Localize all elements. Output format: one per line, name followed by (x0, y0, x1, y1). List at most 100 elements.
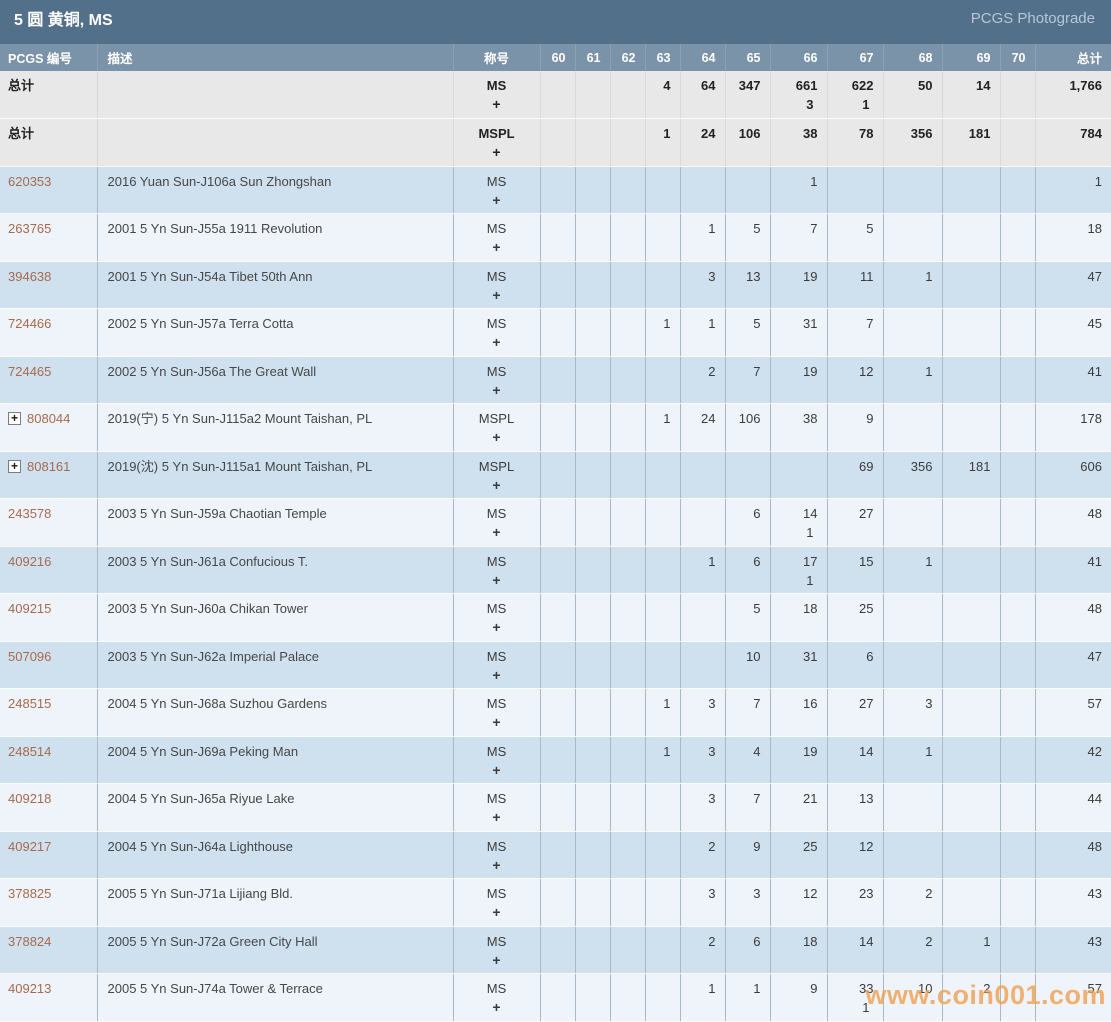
photograde-link[interactable]: PCGS Photograde (971, 10, 1095, 27)
grade-61-cell (575, 451, 610, 499)
grade-count: 31 (771, 649, 818, 664)
grade-count: 2 (681, 839, 716, 854)
expand-icon[interactable]: + (8, 412, 21, 425)
designation-label: MS (454, 791, 540, 806)
expand-icon[interactable]: + (8, 460, 21, 473)
designation-cell: MS+ (453, 974, 540, 1022)
grade-count: 2 (681, 934, 716, 949)
pcgs-number-link[interactable]: 724466 (8, 316, 51, 331)
totals-row: 总计MS+4643476613622150141,766 (0, 71, 1111, 119)
grade-60-cell (540, 214, 575, 262)
grade-count: 13 (828, 791, 874, 806)
grade-70-cell (1000, 214, 1035, 262)
pcgs-number-link[interactable]: 808044 (27, 411, 70, 426)
pcgs-number-link[interactable]: 507096 (8, 649, 51, 664)
grade-count: 9 (726, 839, 761, 854)
grade-67-cell: 9 (827, 404, 883, 452)
pcgs-cell: 394638 (0, 261, 97, 309)
grade-67-cell: 25 (827, 594, 883, 642)
population-table: PCGS 编号 描述 称号 60 61 62 63 64 65 66 67 68… (0, 44, 1111, 1022)
pcgs-number-link[interactable]: 808161 (27, 459, 70, 474)
grade-count: 78 (828, 126, 874, 141)
table-row: +8081612019(沈) 5 Yn Sun-J115a1 Mount Tai… (0, 451, 1111, 499)
grade-64-cell: 1 (680, 214, 725, 262)
grade-count: 18 (771, 934, 818, 949)
grade-count: 7 (726, 696, 761, 711)
grade-62-cell (610, 879, 645, 927)
pcgs-number-link[interactable]: 263765 (8, 221, 51, 236)
pcgs-number-link[interactable]: 409215 (8, 601, 51, 616)
pcgs-number-link[interactable]: 620353 (8, 174, 51, 189)
grade-62-cell (610, 71, 645, 119)
designation-label: MS (454, 649, 540, 664)
grade-63-cell (645, 214, 680, 262)
designation-label: MS (454, 221, 540, 236)
grade-count: 4 (726, 744, 761, 759)
row-total-cell: 18 (1035, 214, 1111, 262)
table-row: +8080442019(宁) 5 Yn Sun-J115a2 Mount Tai… (0, 404, 1111, 452)
grade-count: 12 (828, 364, 874, 379)
grade-64-cell (680, 499, 725, 547)
table-row: 4092182004 5 Yn Sun-J65a Riyue LakeMS+37… (0, 784, 1111, 832)
pcgs-number-link[interactable]: 724465 (8, 364, 51, 379)
pcgs-cell: 409215 (0, 594, 97, 642)
grade-67-cell: 5 (827, 214, 883, 262)
grade-count: 3 (681, 744, 716, 759)
grade-count: 1 (681, 981, 716, 996)
row-total-cell: 48 (1035, 831, 1111, 879)
grade-60-cell (540, 546, 575, 594)
pcgs-number-link[interactable]: 409216 (8, 554, 51, 569)
grade-63-cell: 4 (645, 71, 680, 119)
grade-66-cell: 19 (770, 736, 827, 784)
grade-count: 24 (681, 411, 716, 426)
pcgs-cell: 409217 (0, 831, 97, 879)
pcgs-cell: 243578 (0, 499, 97, 547)
grade-66-cell: 141 (770, 499, 827, 547)
pcgs-number-link[interactable]: 378825 (8, 886, 51, 901)
designation-label: MSPL (454, 411, 540, 426)
grade-63-cell: 1 (645, 404, 680, 452)
grade-68-cell: 50 (883, 71, 942, 119)
grade-count: 25 (828, 601, 874, 616)
pcgs-number-link[interactable]: 378824 (8, 934, 51, 949)
grade-68-cell: 10 (883, 974, 942, 1022)
grade-63-cell (645, 166, 680, 214)
pcgs-number-link[interactable]: 394638 (8, 269, 51, 284)
grade-count: 1 (681, 554, 716, 569)
row-total-cell: 48 (1035, 499, 1111, 547)
grade-69-cell (942, 309, 1000, 357)
grade-67-cell: 7 (827, 309, 883, 357)
grade-count: 1 (884, 744, 933, 759)
grade-64-cell: 2 (680, 926, 725, 974)
pcgs-cell: 378824 (0, 926, 97, 974)
grade-count: 7 (726, 791, 761, 806)
grade-70-cell (1000, 119, 1035, 167)
grade-66-cell: 19 (770, 356, 827, 404)
pcgs-number-link[interactable]: 409218 (8, 791, 51, 806)
grade-65-cell (725, 166, 770, 214)
grade-65-cell: 5 (725, 594, 770, 642)
grade-count: 1 (884, 364, 933, 379)
pcgs-cell: 409218 (0, 784, 97, 832)
grade-70-cell (1000, 784, 1035, 832)
pcgs-number-link[interactable]: 409213 (8, 981, 51, 996)
pcgs-number-link[interactable]: 409217 (8, 839, 51, 854)
grade-61-cell (575, 546, 610, 594)
col-header-62: 62 (610, 44, 645, 71)
grade-66-cell: 7 (770, 214, 827, 262)
grade-65-cell (725, 451, 770, 499)
grade-61-cell (575, 261, 610, 309)
grade-63-cell (645, 356, 680, 404)
pcgs-number-link[interactable]: 243578 (8, 506, 51, 521)
designation-label: MSPL (454, 459, 540, 474)
grade-count: 9 (828, 411, 874, 426)
grade-66-cell: 31 (770, 309, 827, 357)
table-row: 7244652002 5 Yn Sun-J56a The Great WallM… (0, 356, 1111, 404)
grade-count: 2 (884, 886, 933, 901)
grade-count: 6 (726, 506, 761, 521)
grade-68-cell (883, 641, 942, 689)
row-total-cell: 57 (1035, 689, 1111, 737)
grade-count: 356 (884, 126, 933, 141)
pcgs-number-link[interactable]: 248515 (8, 696, 51, 711)
pcgs-number-link[interactable]: 248514 (8, 744, 51, 759)
